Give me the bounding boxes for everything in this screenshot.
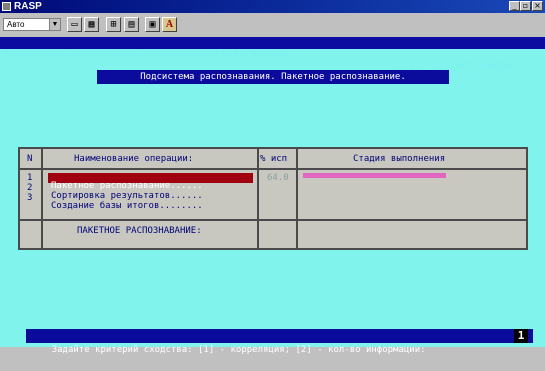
- dos-screen[interactable]: Универсальная когнитивная аналитическая …: [0, 37, 545, 355]
- window-title: RASP: [14, 1, 42, 12]
- table-divider: [41, 149, 43, 248]
- row-number: 3: [27, 193, 33, 203]
- top-status-bar: Универсальная когнитивная аналитическая …: [0, 37, 545, 72]
- toolbar: Авто ▼ ▭ ▦ ⊞ ▤ ▣ A: [0, 13, 545, 37]
- row-number: 2: [27, 183, 33, 193]
- fullscreen-icon[interactable]: ⊞: [106, 17, 121, 32]
- maximize-button[interactable]: ▫: [520, 1, 531, 11]
- app-icon[interactable]: [2, 2, 11, 11]
- paste-icon[interactable]: ▦: [84, 17, 99, 32]
- progress-area: [20, 170, 526, 180]
- header-operation: Наименование операции:: [74, 154, 194, 164]
- table-divider: [20, 219, 526, 221]
- header-percent: % исп: [260, 154, 288, 164]
- title-bar: RASP _ ▫ ×: [0, 0, 545, 13]
- bottom-prompt-bar: Задайте критерий сходства: [1] - корреля…: [26, 329, 533, 355]
- table-row[interactable]: Сортировка результатов......: [48, 183, 253, 201]
- system-name: Универсальная когнитивная аналитическая …: [4, 49, 293, 60]
- operations-table: N Наименование операции: % исп Стадия вы…: [18, 147, 528, 250]
- background-icon[interactable]: ▣: [145, 17, 160, 32]
- subsystem-banner: Подсистема распознавания. Пакетное распо…: [97, 70, 449, 84]
- font-size-select[interactable]: Авто ▼: [3, 18, 61, 31]
- prompt-answer-field[interactable]: 1: [514, 329, 528, 343]
- chevron-down-icon[interactable]: ▼: [49, 19, 60, 30]
- properties-icon[interactable]: ▤: [124, 17, 139, 32]
- header-n: N: [27, 154, 33, 164]
- copy-icon[interactable]: ▭: [67, 17, 82, 32]
- progress-bar: [303, 173, 446, 178]
- font-icon[interactable]: A: [162, 17, 177, 32]
- table-divider: [257, 149, 259, 248]
- table-footer: ПАКЕТНОЕ РАСПОЗНАВАНИЕ:: [77, 226, 202, 236]
- font-size-value: Авто: [7, 20, 25, 29]
- table-row[interactable]: Создание базы итогов........: [48, 193, 253, 211]
- close-button[interactable]: ×: [532, 1, 543, 11]
- header-stage: Стадия выполнения: [353, 154, 446, 164]
- table-divider: [296, 149, 298, 248]
- minimize-button[interactable]: _: [509, 1, 520, 11]
- operation-label: Создание базы итогов........: [51, 201, 203, 211]
